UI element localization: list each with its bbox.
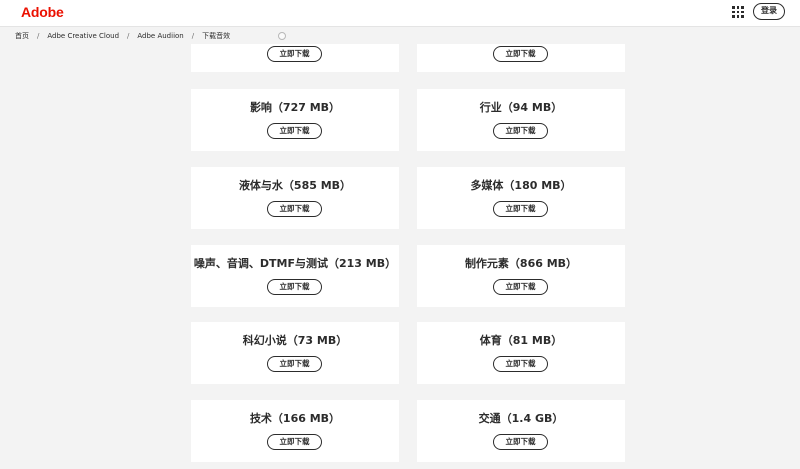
download-button[interactable]: 立即下载: [493, 46, 548, 62]
download-button[interactable]: 立即下载: [493, 201, 548, 217]
breadcrumb-creative-cloud[interactable]: Adbe Creative Cloud: [47, 32, 119, 40]
download-button[interactable]: 立即下载: [267, 356, 322, 372]
breadcrumb-audition[interactable]: Adbe Audiion: [137, 32, 183, 40]
download-button[interactable]: 立即下载: [267, 123, 322, 139]
breadcrumb-separator: /: [127, 32, 130, 40]
download-button[interactable]: 立即下载: [267, 434, 322, 450]
sound-pack-title: 行业（94 MB）: [479, 101, 563, 114]
sound-pack-title: 噪声、音调、DTMF与测试（213 MB）: [193, 257, 397, 270]
breadcrumb-separator: /: [191, 32, 195, 40]
download-card: 噪声、音调、DTMF与测试（213 MB） 立即下载: [191, 245, 399, 307]
download-card: 立即下载: [191, 44, 399, 72]
breadcrumb-current-page: 下载音效: [202, 32, 231, 40]
sound-pack-title: 制作元素（866 MB）: [464, 257, 578, 270]
adobe-logo[interactable]: Adobe: [21, 4, 64, 20]
top-navigation-bar: Adobe 登录: [0, 0, 800, 27]
sound-pack-title: 交通（1.4 GB）: [478, 412, 564, 425]
download-card: 科幻小说（73 MB） 立即下载: [191, 322, 399, 384]
sound-pack-title: 技术（166 MB）: [249, 412, 341, 425]
download-card: 多媒体（180 MB） 立即下载: [417, 167, 625, 229]
breadcrumb: 首页 / Adbe Creative Cloud / Adbe Audiion …: [0, 28, 800, 44]
download-card: 交通（1.4 GB） 立即下载: [417, 400, 625, 462]
download-card: 影响（727 MB） 立即下载: [191, 89, 399, 151]
download-button[interactable]: 立即下载: [493, 434, 548, 450]
loading-indicator: [278, 32, 286, 40]
download-card: 液体与水（585 MB） 立即下载: [191, 167, 399, 229]
breadcrumb-home[interactable]: 首页: [15, 31, 29, 41]
breadcrumb-separator: /: [37, 32, 40, 40]
sound-pack-title: 科幻小说（73 MB）: [242, 334, 348, 347]
download-card: 技术（166 MB） 立即下载: [191, 400, 399, 462]
download-card: 行业（94 MB） 立即下载: [417, 89, 625, 151]
download-button[interactable]: 立即下载: [267, 46, 322, 62]
sound-pack-title: 体育（81 MB）: [479, 334, 563, 347]
sound-pack-title: 多媒体（180 MB）: [470, 179, 572, 192]
download-card: 体育（81 MB） 立即下载: [417, 322, 625, 384]
app-grid-icon[interactable]: [732, 6, 744, 18]
sign-in-button[interactable]: 登录: [753, 3, 785, 20]
download-button[interactable]: 立即下载: [267, 201, 322, 217]
sound-pack-title: 液体与水（585 MB）: [238, 179, 352, 192]
download-card: 制作元素（866 MB） 立即下载: [417, 245, 625, 307]
download-button[interactable]: 立即下载: [267, 279, 322, 295]
download-button[interactable]: 立即下载: [493, 356, 548, 372]
download-card: 立即下载: [417, 44, 625, 72]
download-button[interactable]: 立即下载: [493, 279, 548, 295]
sound-pack-title: 影响（727 MB）: [249, 101, 341, 114]
download-button[interactable]: 立即下载: [493, 123, 548, 139]
